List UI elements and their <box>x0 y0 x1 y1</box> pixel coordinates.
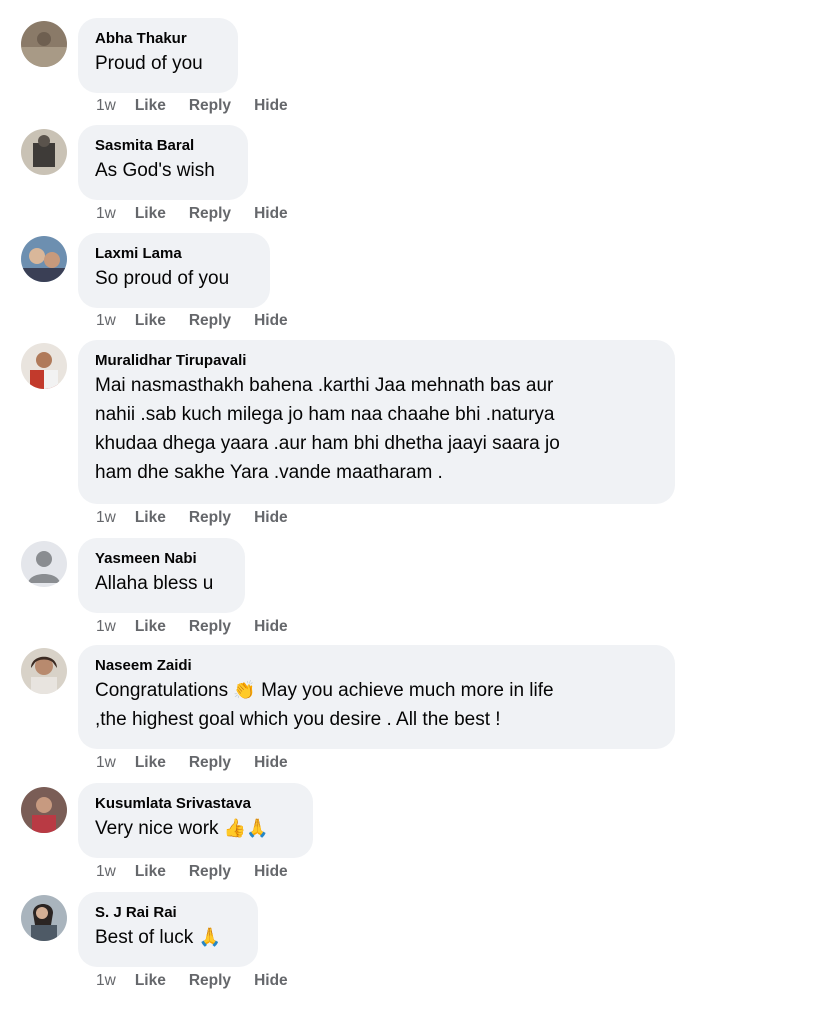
comment-author[interactable]: Abha Thakur <box>95 29 221 49</box>
comment-text: Congratulations 👏 May you achieve much m… <box>95 680 554 730</box>
avatar[interactable] <box>21 236 67 282</box>
avatar[interactable] <box>21 129 67 175</box>
comment-timestamp[interactable]: 1w <box>96 617 116 637</box>
comment-timestamp[interactable]: 1w <box>96 508 116 528</box>
comment-author[interactable]: Yasmeen Nabi <box>95 549 228 569</box>
reply-button[interactable]: Reply <box>189 862 231 882</box>
hide-button[interactable]: Hide <box>254 311 288 331</box>
like-button[interactable]: Like <box>135 617 166 637</box>
comment-timestamp[interactable]: 1w <box>96 96 116 116</box>
avatar[interactable] <box>21 21 67 67</box>
comment-text: Very nice work 👍🙏 <box>95 818 269 839</box>
comment-bubble: Abha Thakur Proud of you <box>78 18 238 93</box>
comment-timestamp[interactable]: 1w <box>96 204 116 224</box>
comment-bubble: Muralidhar Tirupavali Mai nasmasthakh ba… <box>78 340 675 504</box>
comment-author[interactable]: Sasmita Baral <box>95 136 231 156</box>
comment-text: As God's wish <box>95 160 215 181</box>
reply-button[interactable]: Reply <box>189 96 231 116</box>
comment-text: Mai nasmasthakh bahena .karthi Jaa mehna… <box>95 375 560 483</box>
like-button[interactable]: Like <box>135 508 166 528</box>
comment-timestamp[interactable]: 1w <box>96 753 116 773</box>
comment-timestamp[interactable]: 1w <box>96 311 116 331</box>
hide-button[interactable]: Hide <box>254 862 288 882</box>
reply-button[interactable]: Reply <box>189 508 231 528</box>
comment-author[interactable]: Laxmi Lama <box>95 244 253 264</box>
hide-button[interactable]: Hide <box>254 96 288 116</box>
comment-bubble: S. J Rai Rai Best of luck 🙏 <box>78 892 258 967</box>
reply-button[interactable]: Reply <box>189 617 231 637</box>
hide-button[interactable]: Hide <box>254 204 288 224</box>
thumbs-up-folded-hands-emoji: 👍🙏 <box>223 818 269 839</box>
comment-author[interactable]: Naseem Zaidi <box>95 656 658 676</box>
comment-text: So proud of you <box>95 268 230 289</box>
folded-hands-emoji: 🙏 <box>198 927 221 948</box>
clapping-hands-emoji: 👏 <box>233 680 256 701</box>
default-avatar-icon <box>21 541 67 587</box>
avatar[interactable] <box>21 343 67 389</box>
comment-bubble: Sasmita Baral As God's wish <box>78 125 248 200</box>
hide-button[interactable]: Hide <box>254 617 288 637</box>
reply-button[interactable]: Reply <box>189 311 231 331</box>
like-button[interactable]: Like <box>135 862 166 882</box>
comment-actions: 1w Like Reply Hide <box>96 971 311 991</box>
comment-timestamp[interactable]: 1w <box>96 971 116 991</box>
comment-timestamp[interactable]: 1w <box>96 862 116 882</box>
reply-button[interactable]: Reply <box>189 204 231 224</box>
comment-bubble: Kusumlata Srivastava Very nice work 👍🙏 <box>78 783 313 858</box>
comment-text: Allaha bless u <box>95 573 214 594</box>
reply-button[interactable]: Reply <box>189 971 231 991</box>
comment-actions: 1w Like Reply Hide <box>96 204 311 224</box>
comment-author[interactable]: Muralidhar Tirupavali <box>95 351 658 371</box>
comment-actions: 1w Like Reply Hide <box>96 96 311 116</box>
like-button[interactable]: Like <box>135 204 166 224</box>
hide-button[interactable]: Hide <box>254 508 288 528</box>
comment-actions: 1w Like Reply Hide <box>96 617 311 637</box>
comment-actions: 1w Like Reply Hide <box>96 508 311 528</box>
hide-button[interactable]: Hide <box>254 753 288 773</box>
reply-button[interactable]: Reply <box>189 753 231 773</box>
comment-text: Proud of you <box>95 53 203 74</box>
hide-button[interactable]: Hide <box>254 971 288 991</box>
like-button[interactable]: Like <box>135 753 166 773</box>
comment-author[interactable]: Kusumlata Srivastava <box>95 794 296 814</box>
avatar[interactable] <box>21 895 67 941</box>
like-button[interactable]: Like <box>135 96 166 116</box>
avatar[interactable] <box>21 787 67 833</box>
avatar[interactable] <box>21 541 67 587</box>
comment-author[interactable]: S. J Rai Rai <box>95 903 241 923</box>
like-button[interactable]: Like <box>135 311 166 331</box>
like-button[interactable]: Like <box>135 971 166 991</box>
comment-actions: 1w Like Reply Hide <box>96 753 311 773</box>
comment-bubble: Laxmi Lama So proud of you <box>78 233 270 308</box>
comment-actions: 1w Like Reply Hide <box>96 311 311 331</box>
avatar[interactable] <box>21 648 67 694</box>
comment-actions: 1w Like Reply Hide <box>96 862 311 882</box>
comment-bubble: Yasmeen Nabi Allaha bless u <box>78 538 245 613</box>
comment-text: Best of luck 🙏 <box>95 927 221 948</box>
comment-bubble: Naseem Zaidi Congratulations 👏 May you a… <box>78 645 675 749</box>
